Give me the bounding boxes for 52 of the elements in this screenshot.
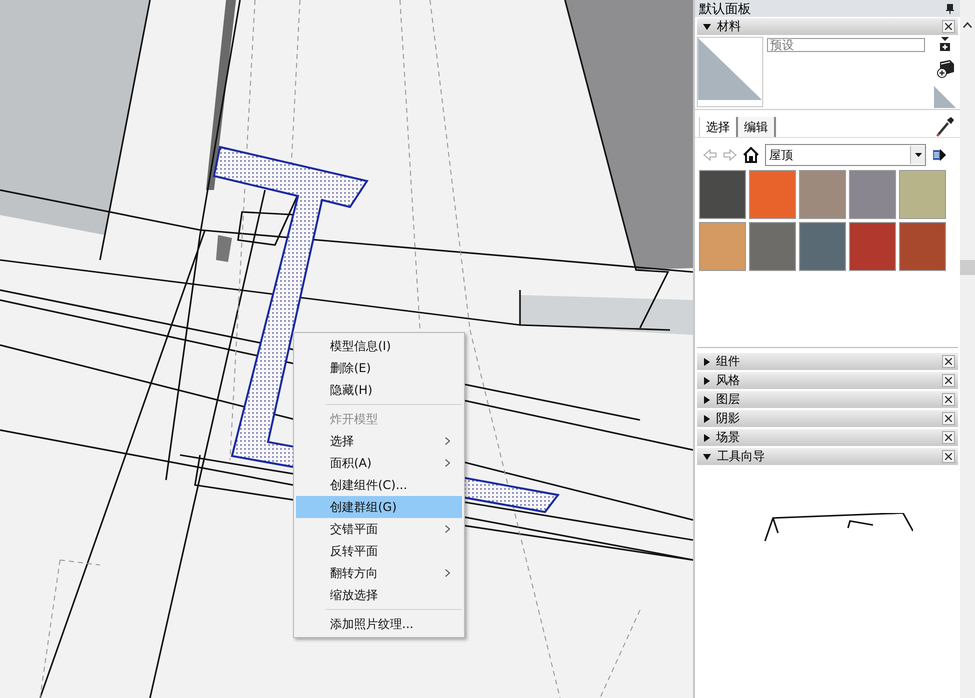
cube-add-icon[interactable] [935, 58, 955, 78]
close-icon[interactable] [942, 450, 955, 463]
material-swatch[interactable] [899, 170, 946, 219]
menu-item[interactable]: 反转平面 [296, 540, 462, 562]
material-swatch-icon[interactable] [934, 86, 956, 108]
menu-item[interactable]: 创建群组(G) [296, 496, 462, 518]
section-header[interactable]: 阴影 [697, 410, 958, 427]
close-icon[interactable] [942, 393, 955, 406]
caret-icon [914, 153, 922, 157]
close-icon[interactable] [942, 355, 955, 368]
menu-item[interactable]: 添加照片纹理... [296, 613, 462, 635]
menu-item[interactable]: 缩放选择 [296, 584, 462, 606]
material-swatch[interactable] [849, 170, 896, 219]
details-arrow-icon[interactable] [932, 148, 946, 162]
tab[interactable]: 编辑 [738, 117, 776, 137]
scroll-thumb[interactable] [960, 260, 975, 275]
close-icon[interactable] [942, 412, 955, 425]
tab[interactable]: 选择 [699, 117, 738, 137]
name-field[interactable]: 预设 [767, 38, 925, 52]
material-swatch[interactable] [849, 222, 896, 271]
tray-title: 默认面板 [699, 0, 751, 18]
material-swatch[interactable] [699, 170, 746, 219]
section-header[interactable]: 组件 [697, 353, 958, 370]
menu-item[interactable]: 创建组件(C)... [296, 474, 462, 496]
menu-item[interactable]: 隐藏(H) [296, 379, 462, 401]
collection-dropdown[interactable]: 屋顶 [765, 144, 926, 166]
material-swatch[interactable] [799, 222, 846, 271]
forward-arrow-icon[interactable] [723, 149, 737, 161]
close-icon[interactable] [942, 374, 955, 387]
section-header[interactable]: 图层 [697, 391, 958, 408]
section-header[interactable]: 场景 [697, 429, 958, 446]
section-header[interactable]: 工具向导 [697, 448, 958, 465]
menu-item[interactable]: 交错平面 [296, 518, 462, 540]
menu-item[interactable]: 删除(E) [296, 357, 462, 379]
menu-item[interactable]: 面积(A) [296, 452, 462, 474]
section-header[interactable]: 风格 [697, 372, 958, 389]
material-swatch[interactable] [749, 222, 796, 271]
material-swatch[interactable] [899, 222, 946, 271]
close-icon[interactable] [942, 20, 955, 33]
menu-item[interactable]: 模型信息(I) [296, 335, 462, 357]
back-arrow-icon[interactable] [703, 149, 717, 161]
eyedropper-icon[interactable] [936, 117, 954, 137]
material-swatch[interactable] [699, 222, 746, 271]
section-header[interactable]: 材料 [697, 18, 958, 35]
pin-icon[interactable] [946, 4, 954, 14]
menu-item[interactable]: 翻转方向 [296, 562, 462, 584]
close-icon[interactable] [942, 431, 955, 444]
material-add-icon[interactable] [939, 37, 951, 51]
home-icon[interactable] [743, 147, 759, 163]
material-swatch[interactable] [749, 170, 796, 219]
menu-item[interactable]: 选择 [296, 430, 462, 452]
material-swatch[interactable] [799, 170, 846, 219]
